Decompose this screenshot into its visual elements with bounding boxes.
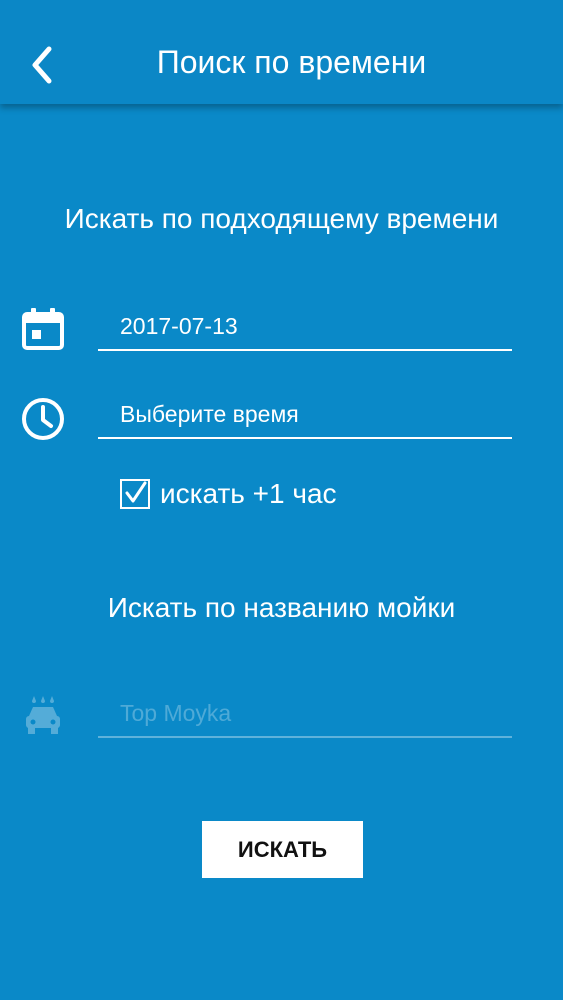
clock-icon bbox=[22, 398, 64, 440]
time-section-title: Искать по подходящему времени bbox=[64, 203, 499, 234]
checkmark-icon bbox=[125, 481, 147, 503]
carwash-name-field[interactable]: Top Moyka bbox=[98, 692, 512, 738]
name-section-title: Искать по названию мойки bbox=[107, 592, 456, 623]
calendar-icon bbox=[22, 308, 64, 350]
checkbox-box[interactable] bbox=[120, 479, 150, 509]
search-button[interactable]: ИСКАТЬ bbox=[202, 821, 363, 878]
page-title: Поиск по времени bbox=[156, 44, 427, 80]
time-field[interactable]: Выберите время bbox=[98, 393, 512, 439]
time-placeholder: Выберите время bbox=[120, 401, 299, 427]
carwash-name-placeholder: Top Moyka bbox=[120, 700, 232, 726]
plus-hour-label: искать +1 час bbox=[160, 478, 337, 509]
app-header: Поиск по времени bbox=[0, 0, 563, 104]
date-value: 2017-07-13 bbox=[120, 313, 238, 339]
car-wash-icon bbox=[26, 696, 60, 734]
date-field[interactable]: 2017-07-13 bbox=[98, 305, 512, 351]
plus-hour-checkbox[interactable]: искать +1 час bbox=[120, 474, 337, 514]
